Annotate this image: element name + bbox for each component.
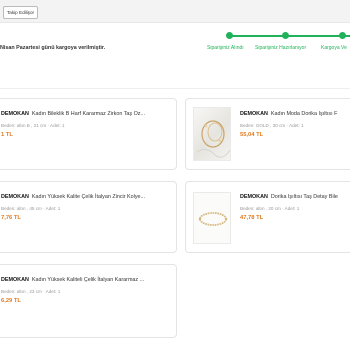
progress-step-label-preparing: Siparişiniz Hazırlanıyor xyxy=(255,45,307,51)
product-title[interactable]: DEMOKAN Dorika Işıltısı Taş Detay Bile xyxy=(240,194,338,200)
product-name: Kadın Yüksek Kaliteli Çelik İtalyan Kara… xyxy=(31,277,145,283)
product-price: 7,76 TL xyxy=(1,215,21,221)
product-variant-info: Beden: altın , 20 cm · Adet: 1 xyxy=(240,206,300,211)
progress-step-dot-received xyxy=(226,32,233,39)
progress-step-dot-shipped xyxy=(339,32,346,39)
product-image[interactable] xyxy=(193,192,231,244)
product-price: 47,78 TL xyxy=(240,215,264,221)
order-item-card[interactable]: DEMOKAN Kadın Moda Dorika Işıltısı F Bede… xyxy=(185,98,350,170)
product-brand: DEMOKAN xyxy=(240,111,268,117)
product-variant-info: Beden: altın B , 21 cm · Adet: 1 xyxy=(1,123,65,128)
follow-store-button[interactable]: Takip Edilişor xyxy=(3,6,39,19)
progress-step-label-shipped: Kargoya Ve xyxy=(321,45,347,51)
progress-step-label-received: Siparişiniz Alındı xyxy=(207,45,244,51)
product-image-bracelet-icon xyxy=(196,120,230,158)
product-name: Kadın Moda Dorika Işıltısı F xyxy=(270,111,338,117)
order-item-card[interactable]: DEMOKAN Kadın Yüksek Kalite Çelik İtalyan… xyxy=(0,181,177,253)
order-item-card[interactable]: DEMOKAN Kadın Bileklik B Harf Kararmaz Zi… xyxy=(0,98,177,170)
section-divider xyxy=(0,88,350,89)
product-name: Dorika Işıltısı Taş Detay Bile xyxy=(270,194,338,200)
product-name: Kadın Yüksek Kalite Çelik İtalyan Zincir… xyxy=(31,194,146,200)
product-title[interactable]: DEMOKAN Kadın Moda Dorika Işıltısı F xyxy=(240,111,337,117)
product-title[interactable]: DEMOKAN Kadın Yüksek Kalite Çelik İtalyan… xyxy=(1,194,145,200)
progress-line xyxy=(229,35,350,37)
product-price: 1 TL xyxy=(1,132,13,138)
product-brand: DEMOKAN xyxy=(1,194,29,200)
product-image[interactable] xyxy=(193,107,231,161)
product-variant-info: Beden: GOLD , 30 cm · Adet: 1 xyxy=(240,123,304,128)
product-variant-info: Beden: altın , 23 cm · Adet: 1 xyxy=(1,289,61,294)
shipping-status-text: Nisan Pazartesi günü kargoya verilmiştir… xyxy=(0,45,106,51)
product-title[interactable]: DEMOKAN Kadın Yüksek Kaliteli Çelik İtaly… xyxy=(1,277,144,283)
product-title[interactable]: DEMOKAN Kadın Bileklik B Harf Kararmaz Zi… xyxy=(1,111,145,117)
progress-step-dot-preparing xyxy=(282,32,289,39)
product-brand: DEMOKAN xyxy=(1,111,29,117)
product-image-tennis-bracelet-icon xyxy=(198,212,228,226)
product-variant-info: Beden: altın , 45 cm · Adet: 1 xyxy=(1,206,61,211)
product-price: 55,04 TL xyxy=(240,132,264,138)
product-name: Kadın Bileklik B Harf Kararmaz Zirkon Ta… xyxy=(31,111,145,117)
product-brand: DEMOKAN xyxy=(240,194,268,200)
store-header-bar: Takip Edilişor xyxy=(0,0,350,23)
order-item-card[interactable]: DEMOKAN Kadın Yüksek Kaliteli Çelik İtaly… xyxy=(0,264,177,338)
product-brand: DEMOKAN xyxy=(1,277,29,283)
product-price: 6,29 TL xyxy=(1,298,21,304)
order-item-card[interactable]: DEMOKAN Dorika Işıltısı Taş Detay Bile Be… xyxy=(185,181,350,253)
